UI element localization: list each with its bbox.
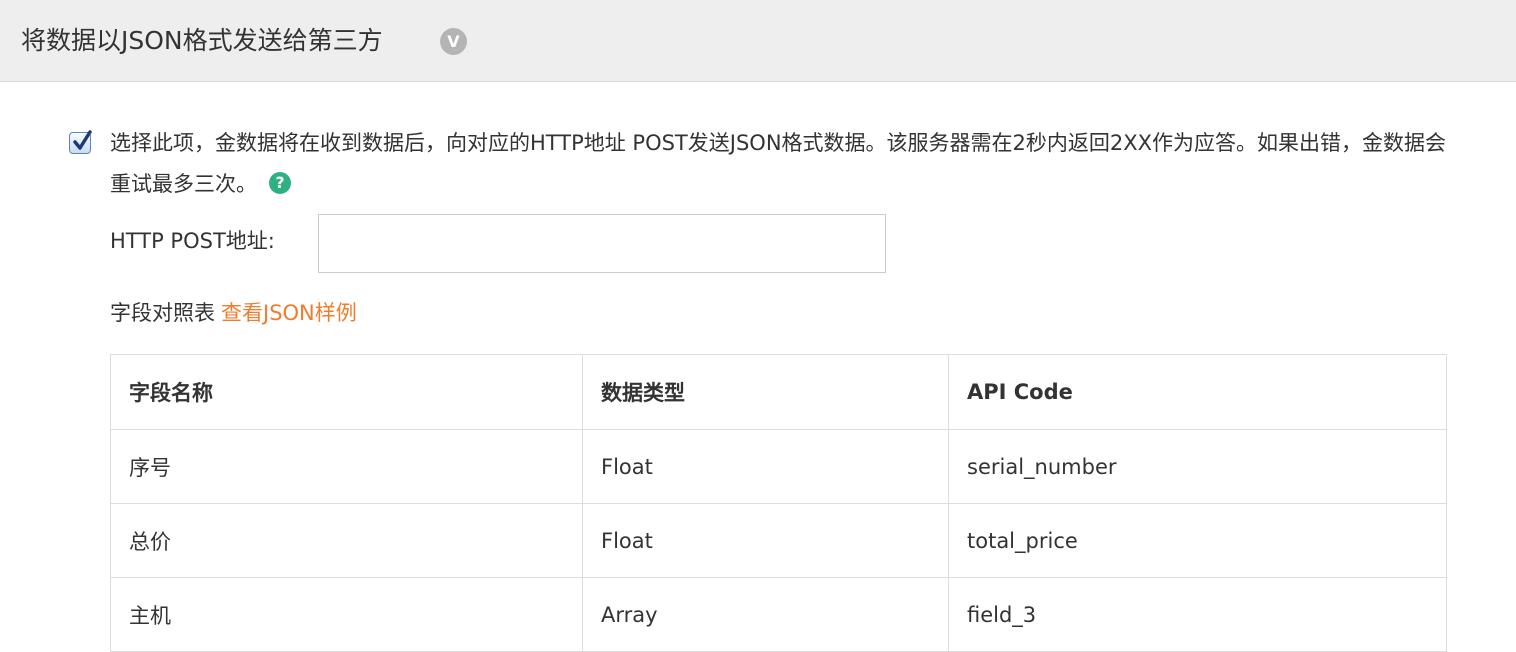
view-json-sample-link[interactable]: 查看JSON样例: [221, 301, 357, 325]
api-code-cell: total_price: [948, 503, 1447, 578]
enable-json-push-checkbox[interactable]: [69, 130, 92, 154]
help-icon[interactable]: ?: [269, 171, 291, 194]
api-code-cell: field_3: [948, 577, 1447, 652]
field-name-cell: 序号: [110, 429, 583, 504]
column-header-field-name: 字段名称: [110, 354, 583, 430]
data-type-cell: Float: [582, 503, 949, 578]
option-description-text: 选择此项，金数据将在收到数据后，向对应的HTTP地址 POST发送JSON格式数…: [110, 131, 1447, 196]
section-title: 将数据以JSON格式发送给第三方: [21, 26, 383, 55]
version-badge-icon[interactable]: V: [440, 28, 467, 55]
field-name-cell: 总价: [110, 503, 583, 578]
column-header-data-type: 数据类型: [582, 354, 949, 430]
data-type-cell: Array: [582, 577, 949, 652]
section-header: 将数据以JSON格式发送给第三方 V: [0, 0, 1516, 82]
field-mapping-table: 字段名称 数据类型 API Code 序号 Float serial_numbe…: [110, 354, 1447, 652]
table-row: 总价 Float total_price: [110, 503, 1447, 578]
table-row: 序号 Float serial_number: [110, 429, 1447, 504]
table-row: 主机 Array field_3: [110, 577, 1447, 652]
table-header-row: 字段名称 数据类型 API Code: [110, 354, 1447, 430]
api-code-cell: serial_number: [948, 429, 1447, 504]
column-header-api-code: API Code: [948, 354, 1447, 430]
http-post-url-input[interactable]: [318, 214, 886, 273]
field-mapping-title: 字段对照表: [110, 301, 215, 325]
field-name-cell: 主机: [110, 577, 583, 652]
option-description: 选择此项，金数据将在收到数据后，向对应的HTTP地址 POST发送JSON格式数…: [110, 123, 1450, 205]
checkmark-icon: [73, 130, 92, 150]
data-type-cell: Float: [582, 429, 949, 504]
http-post-url-label: HTTP POST地址:: [110, 229, 275, 253]
field-mapping-heading: 字段对照表 查看JSON样例: [110, 298, 357, 328]
